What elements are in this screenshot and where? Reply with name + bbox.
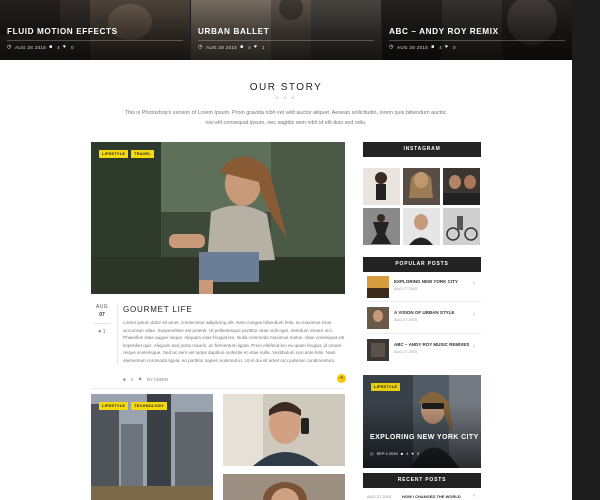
slide-comments: 4 [248,45,251,50]
article-photo [91,142,345,294]
article-excerpt: Lorem ipsum dolor sit amet, consectetur … [123,320,345,363]
date-day: 07 [99,312,105,318]
likes-count: 1 [102,329,106,335]
comment-icon: ■ [431,44,435,50]
slide-date: AUG 28 2015 [206,45,238,50]
clock-icon: ◷ [7,44,12,50]
heart-icon[interactable]: ♥ [411,451,413,456]
heart-icon[interactable]: ♥ [445,45,450,50]
chevron-right-icon[interactable]: › [473,493,475,499]
recent-post-date: AUG 27 2015 [367,494,392,499]
comment-icon: ■ [240,44,244,50]
article-likes[interactable]: ♥ 1 [91,329,113,335]
slide-likes: 1 [262,45,265,50]
slide-item[interactable]: URBAN BALLET ◷ AUG 28 2015 ■ 4 ♥ 1 [191,0,381,60]
clock-icon: ◷ [198,44,203,50]
recent-posts-heading: RECENT POSTS [363,473,481,488]
slide-meta: ◷ AUG 28 2015 ■ 4 ♥ 0 [7,44,74,51]
slide-title[interactable]: ABC – ANDY ROY REMIX [389,27,499,36]
instagram-photo[interactable] [363,208,400,245]
article-tags: LIFESTYLE TRAVEL [99,150,154,158]
popular-post-title[interactable]: ABC – ANDY ROY MUSIC REMIXES [394,342,469,347]
grid-post-image[interactable] [223,394,345,466]
story-text: This is Photoshop's version of Lorem Ips… [124,110,448,126]
popular-post-title[interactable]: A VISION OF URBAN STYLE [394,310,454,315]
chevron-right-icon[interactable]: › [473,281,475,287]
slide-date: AUG 28 2015 [15,45,47,50]
article-title[interactable]: GOURMET LIFE [123,305,192,314]
slide-item[interactable]: FLUID MOTION EFFECTS ◷ AUG 28 2015 ■ 4 ♥… [0,0,190,60]
tag-lifestyle[interactable]: LIFESTYLE [99,402,129,410]
popular-post-thumb [367,339,389,361]
clock-icon: ◷ [389,44,394,50]
popular-post-thumb [367,307,389,329]
chevron-right-icon[interactable]: › [473,312,475,318]
slide-meta: ◷ AUG 28 2015 ■ 4 ♥ 0 [389,44,456,51]
popular-post-date: AUG 27 2015 [394,287,418,291]
tag-lifestyle[interactable]: LIFESTYLE [99,150,129,158]
grid-post-image[interactable] [223,474,345,500]
popular-post[interactable]: ABC – ANDY ROY MUSIC REMIXES AUG 27 2015… [367,339,481,365]
featured-meta: ◷ SEP 4 2015 ■ 4 ♥ 0 [370,451,419,456]
clock-icon: ◷ [370,451,374,456]
comment-icon: ■ [400,451,404,456]
date-month: AUG [95,304,109,310]
sidebar-featured-post[interactable]: LIFESTYLE EXPLORING NEW YORK CITY ◷ SEP … [363,375,481,468]
slide-likes: 0 [71,45,74,50]
chevron-right-icon[interactable]: › [473,344,475,350]
heart-icon[interactable]: ♥ [63,45,68,50]
instagram-photo[interactable] [443,208,480,245]
comment-count: 4 [130,376,134,382]
article-author[interactable]: BY ADMIN [147,377,168,382]
tag-technology[interactable]: TECHNOLOGY [131,402,167,410]
slide-item[interactable]: ABC – ANDY ROY REMIX ◷ AUG 28 2015 ■ 4 ♥… [382,0,572,60]
slide-date: AUG 28 2015 [397,45,429,50]
top-slider: FLUID MOTION EFFECTS ◷ AUG 28 2015 ■ 4 ♥… [0,0,572,60]
popular-post-title[interactable]: EXPLORING NEW YORK CITY [394,279,458,284]
popular-posts-heading: POPULAR POSTS [363,257,481,272]
woman-photo [223,474,345,500]
instagram-photo[interactable] [403,168,440,205]
slide-comments: 4 [439,45,442,50]
slide-title[interactable]: URBAN BALLET [198,27,269,36]
comment-icon: ■ [49,44,53,50]
tag-travel[interactable]: TRAVEL [131,150,154,158]
instagram-photo[interactable] [363,168,400,205]
instagram-photo[interactable] [443,168,480,205]
slide-title[interactable]: FLUID MOTION EFFECTS [7,27,118,36]
popular-post[interactable]: A VISION OF URBAN STYLE AUG 27 2015 › [367,307,481,333]
featured-likes: 0 [416,451,420,456]
instagram-photo[interactable] [403,208,440,245]
article-date: AUG 07 ♥ 1 [91,304,113,335]
man-phone-photo [223,394,345,466]
comment-icon: ■ [123,376,126,382]
heart-icon: ♥ [98,329,102,335]
featured-date: SEP 4 2015 [376,451,398,456]
title-divider: • • • [276,96,296,102]
slide-meta: ◷ AUG 28 2015 ■ 4 ♥ 1 [198,44,265,51]
popular-post[interactable]: EXPLORING NEW YORK CITY AUG 27 2015 › [367,276,481,302]
recent-post-title[interactable]: HOW I CHANGED THE WORLD [402,494,461,499]
heart-icon[interactable]: ♥ [254,45,259,50]
share-icon: ⋖ [339,375,344,381]
featured-comments: 4 [406,451,409,456]
user-icon: ♟ [138,376,143,381]
grid-post-image[interactable]: LIFESTYLE TECHNOLOGY [91,394,213,500]
article-image[interactable]: LIFESTYLE TRAVEL [91,142,345,294]
instagram-heading: INSTAGRAM [363,142,481,157]
grid-tags: LIFESTYLE TECHNOLOGY [99,402,167,410]
popular-post-date: AUG 27 2015 [394,350,418,354]
slide-comments: 4 [57,45,60,50]
section-title: OUR STORY [249,82,323,93]
right-rail [572,0,600,500]
content-panel: OUR STORY • • • This is Photoshop's vers… [0,60,572,500]
article-meta: ■ 4 ♟ BY ADMIN [123,376,168,382]
share-button[interactable]: ⋖ [337,374,346,383]
featured-title[interactable]: EXPLORING NEW YORK CITY [370,434,479,441]
popular-post-date: AUG 27 2015 [394,318,418,322]
slide-likes: 0 [453,45,456,50]
popular-post-thumb [367,276,389,298]
